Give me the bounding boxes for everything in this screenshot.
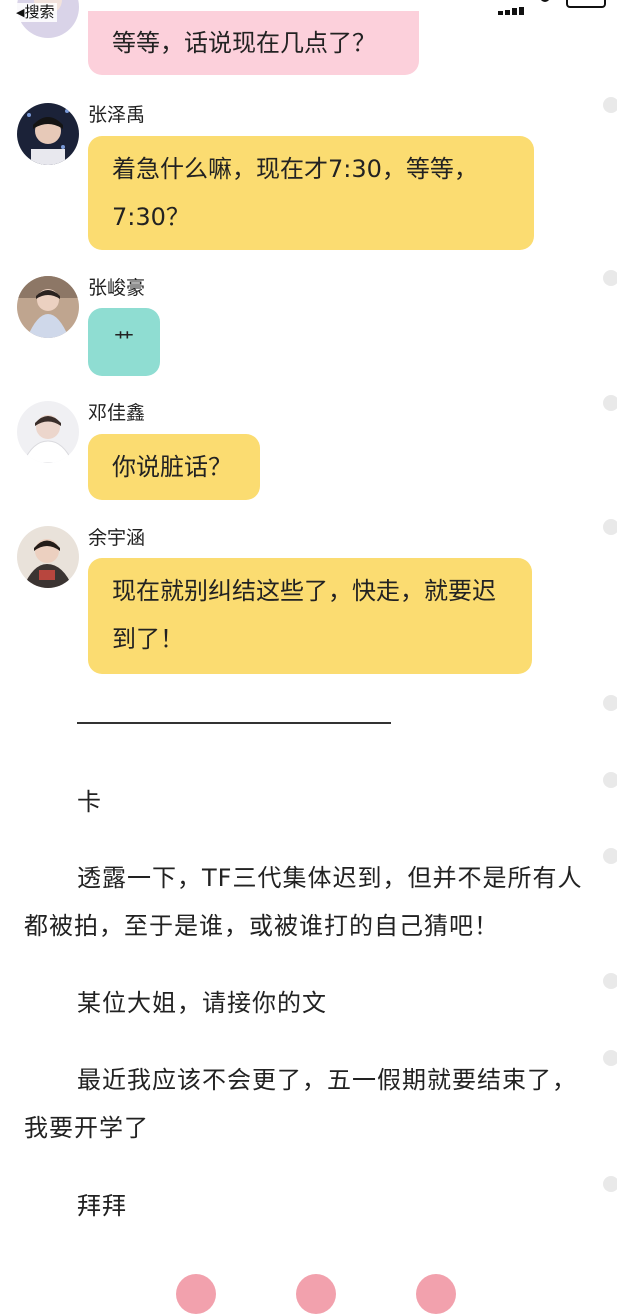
comment-dot[interactable] <box>603 1176 617 1192</box>
message-bubble[interactable]: 现在就别纠结这些了，快走，就要迟到了！ <box>88 558 532 674</box>
article-paragraph: 拜拜 <box>77 1192 127 1220</box>
sender-name: 邓佳鑫 <box>88 402 146 424</box>
back-search-label: 搜索 <box>24 3 55 21</box>
comment-dot[interactable] <box>603 395 617 411</box>
signal-icon <box>498 0 530 15</box>
article-paragraph: 卡 <box>77 788 102 816</box>
comment-dot[interactable] <box>603 772 617 788</box>
message-bubble[interactable]: 着急什么嘛，现在才7:30，等等，7:30？ <box>88 136 534 250</box>
article-paragraph: 某位大姐，请接你的文 <box>77 989 327 1017</box>
comment-dot[interactable] <box>603 1050 617 1066</box>
comment-dot[interactable] <box>603 519 617 535</box>
sender-name: 张峻豪 <box>88 277 146 299</box>
reaction-button[interactable] <box>176 1274 216 1314</box>
reaction-button[interactable] <box>416 1274 456 1314</box>
avatar[interactable] <box>17 401 79 463</box>
comment-dot[interactable] <box>603 848 617 864</box>
comment-dot[interactable] <box>603 973 617 989</box>
comment-dot[interactable] <box>603 695 617 711</box>
article-paragraph: 最近我应该不会更了，五一假期就要结束了，我要开学了 <box>24 1066 577 1142</box>
sender-name: 余宇涵 <box>88 527 146 549</box>
avatar[interactable] <box>17 526 79 588</box>
comment-dot[interactable] <box>603 97 617 113</box>
section-divider <box>77 722 391 724</box>
reaction-button[interactable] <box>296 1274 336 1314</box>
status-bar: ◀搜索 <box>0 0 617 22</box>
avatar[interactable] <box>17 276 79 338</box>
back-to-search-button[interactable]: ◀搜索 <box>16 3 58 22</box>
avatar[interactable] <box>17 103 79 165</box>
message-bubble[interactable]: 你说脏话？ <box>88 434 260 500</box>
comment-dot[interactable] <box>603 270 617 286</box>
wifi-icon <box>540 0 550 2</box>
message-bubble[interactable]: 艹 <box>88 308 160 376</box>
sender-name: 张泽禹 <box>88 104 146 126</box>
article-paragraph: 透露一下，TF三代集体迟到，但并不是所有人都被拍，至于是谁，或被谁打的自己猜吧！ <box>24 864 583 940</box>
battery-icon <box>566 0 606 8</box>
